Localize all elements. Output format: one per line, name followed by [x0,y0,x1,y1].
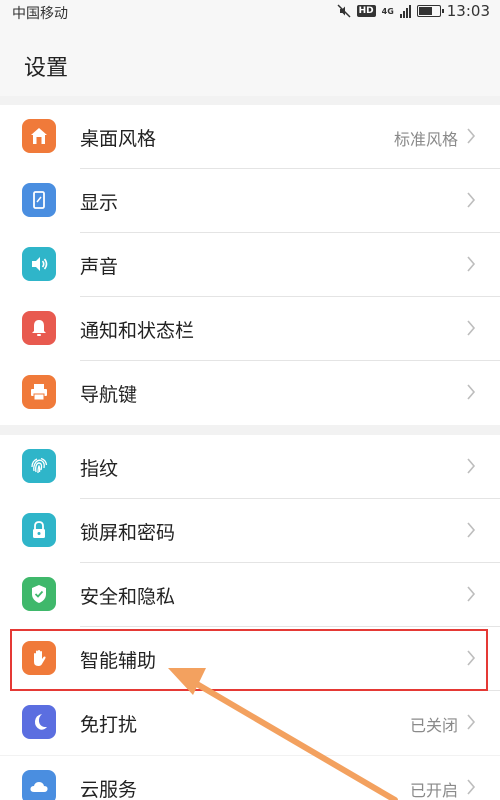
hd-badge: HD [356,5,376,17]
chevron-right-icon [467,714,476,730]
settings-item-label: 桌面风格 [80,128,157,150]
hand-icon [22,641,56,675]
network-type: 4G [381,6,394,16]
settings-item-label: 显示 [80,192,119,214]
chevron-right-icon [467,256,476,272]
status-icons: HD 4G 13:03 [337,2,490,20]
settings-item-label: 安全和隐私 [80,586,176,608]
settings-item-value: 已关闭 [409,716,458,735]
home-icon [22,119,56,153]
settings-item-lockscreen-password[interactable]: 锁屏和密码 [0,499,500,563]
chevron-right-icon [467,192,476,208]
chevron-right-icon [467,128,476,144]
moon-icon [22,705,56,739]
settings-item-display[interactable]: 显示 [0,169,500,233]
settings-item-label: 通知和状态栏 [80,320,195,342]
settings-item-fingerprint[interactable]: 指纹 [0,435,500,499]
fingerprint-icon [22,449,56,483]
settings-item-cloud-service[interactable]: 云服务 已开启 [0,756,500,800]
chevron-right-icon [467,522,476,538]
settings-item-label: 云服务 [80,779,138,800]
page-title: 设置 [24,56,69,81]
signal-icon [399,4,411,18]
settings-item-label: 声音 [80,256,119,278]
phone-display-icon [22,183,56,217]
clock: 13:03 [446,2,490,20]
battery-icon [416,5,444,17]
chevron-right-icon [467,586,476,602]
cloud-icon [22,770,56,800]
settings-item-label: 锁屏和密码 [80,522,176,544]
shield-check-icon [22,577,56,611]
carrier-name: 中国移动 [12,6,68,22]
settings-item-label: 智能辅助 [80,650,157,672]
settings-item-notifications[interactable]: 通知和状态栏 [0,297,500,361]
printer-icon [22,375,56,409]
settings-item-smart-assistance[interactable]: 智能辅助 [0,627,500,691]
settings-item-label: 导航键 [80,384,138,406]
settings-item-value: 已开启 [409,781,458,800]
mute-icon [337,4,351,18]
lock-icon [22,513,56,547]
settings-item-navigation-keys[interactable]: 导航键 [0,361,500,425]
settings-item-desktop-style[interactable]: 桌面风格 标准风格 [0,105,500,169]
settings-group-security: 指纹 锁屏和密码 安全和隐私 智能辅助 免打扰 已关闭 [0,435,500,755]
bell-icon [22,311,56,345]
settings-item-label: 免打扰 [80,714,138,736]
status-bar: 中国移动 HD 4G 13:03 [0,0,500,24]
settings-group-display: 桌面风格 标准风格 显示 声音 通知和状态栏 导航键 [0,105,500,425]
settings-item-do-not-disturb[interactable]: 免打扰 已关闭 [0,691,500,755]
settings-group-cloud: 云服务 已开启 [0,756,500,800]
speaker-icon [22,247,56,281]
chevron-right-icon [467,779,476,795]
settings-item-sound[interactable]: 声音 [0,233,500,297]
chevron-right-icon [467,320,476,336]
settings-item-security-privacy[interactable]: 安全和隐私 [0,563,500,627]
chevron-right-icon [467,650,476,666]
chevron-right-icon [467,458,476,474]
chevron-right-icon [467,384,476,400]
settings-item-value: 标准风格 [393,130,458,149]
page-header: 设置 [0,24,500,96]
settings-item-label: 指纹 [80,458,119,480]
